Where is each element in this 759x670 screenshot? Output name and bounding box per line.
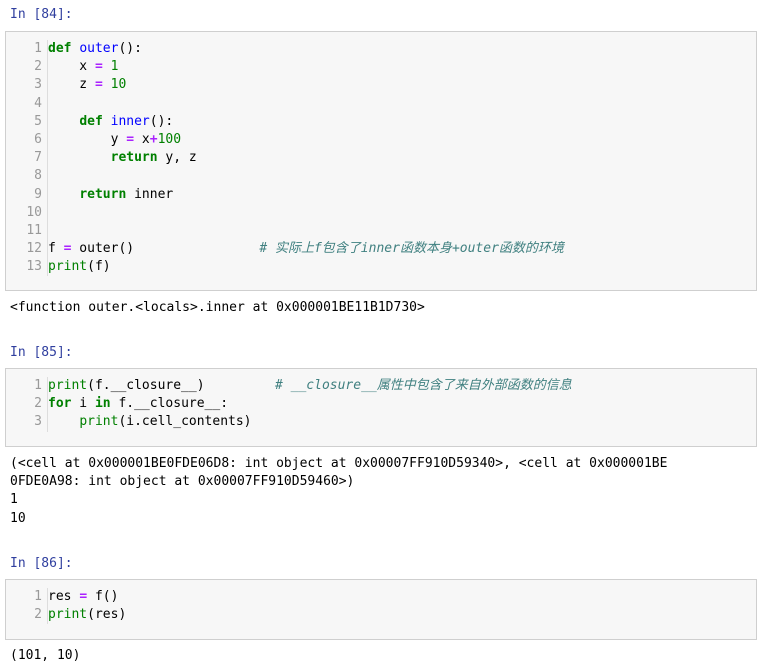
code-token: (): (118, 41, 142, 56)
code-line[interactable]: x = 1 (48, 58, 752, 76)
cell-output: (<cell at 0x000001BE0FDE06D8: int object… (10, 456, 668, 526)
code-token: def (79, 113, 103, 129)
code-token: y, z (157, 150, 197, 166)
code-token: + (149, 131, 158, 147)
line-number: 1 (34, 589, 42, 604)
code-token: print (48, 259, 88, 275)
code-token: = (94, 77, 103, 93)
code-cell-input[interactable]: 123 print(f.__closure__) # __closure__属性… (5, 368, 757, 447)
cell-output: <function outer.<locals>.inner at 0x0000… (10, 300, 425, 315)
code-token: print (48, 378, 88, 393)
code-token: f (48, 241, 64, 257)
code-editor[interactable]: res = f() print(res) (48, 588, 752, 624)
code-token: outer() (71, 241, 260, 257)
line-number: 13 (26, 259, 42, 275)
code-token: (i.cell_contents) (118, 414, 252, 430)
code-token: (f.__closure__) (87, 378, 275, 393)
code-token: def (48, 41, 72, 56)
line-number: 8 (34, 168, 42, 184)
code-line[interactable]: print(i.cell_contents) (48, 413, 752, 431)
code-token: (f) (87, 259, 111, 275)
code-editor[interactable]: print(f.__closure__) # __closure__属性中包含了… (48, 377, 752, 432)
code-token: (): (149, 113, 174, 129)
line-number: 1 (34, 378, 42, 393)
line-number: 2 (34, 59, 42, 75)
code-token: outer (79, 41, 119, 56)
code-token: = (79, 589, 88, 604)
code-cell-input[interactable]: 1 2 3 4 5 6 7 8 9 10 11 12 13 def outer(): x = 1 z =… (5, 31, 757, 291)
code-token: print (48, 607, 88, 623)
code-line[interactable]: for i in f.__closure__: (48, 395, 752, 413)
code-line[interactable]: return y, z (48, 149, 752, 167)
code-line[interactable]: def inner(): (48, 113, 752, 131)
line-number: 2 (34, 607, 42, 623)
code-token: x (48, 59, 95, 75)
code-line[interactable] (48, 95, 752, 113)
code-line[interactable]: y = x+100 (48, 131, 752, 149)
code-token: 100 (157, 131, 182, 147)
code-token: return (79, 186, 127, 202)
code-line[interactable] (48, 222, 752, 240)
line-number: 4 (34, 95, 42, 111)
code-token: in (94, 396, 111, 412)
code-token: z (48, 77, 95, 93)
code-token: inner (110, 113, 150, 129)
code-token: = (126, 131, 135, 147)
line-number: 1 (34, 41, 42, 56)
line-number: 6 (34, 131, 42, 147)
code-token: for (48, 396, 72, 412)
code-token: f.__closure__: (110, 396, 229, 412)
code-editor[interactable]: def outer(): x = 1 z = 10 def inner(): y… (48, 40, 752, 276)
line-number: 5 (34, 113, 42, 129)
line-number-gutter: 1 2 3 4 5 6 7 8 9 10 11 12 13 (11, 40, 48, 277)
code-token: return (110, 150, 158, 166)
line-number: 2 (34, 396, 42, 412)
line-number-gutter: 1 2 3 (11, 377, 48, 432)
code-token: res (48, 589, 80, 604)
code-line[interactable]: print(f) (48, 258, 752, 276)
line-number: 11 (26, 222, 42, 238)
code-line[interactable] (48, 204, 752, 222)
code-line[interactable] (48, 167, 752, 185)
code-line[interactable]: print(f.__closure__) # __closure__属性中包含了… (48, 377, 752, 395)
code-line[interactable]: f = outer() # 实际上f包含了inner函数本身+outer函数的环… (48, 240, 752, 258)
line-number: 3 (34, 77, 42, 93)
cell-prompt: In [86]: (10, 556, 73, 571)
code-token: f() (87, 589, 119, 604)
code-token: 10 (110, 77, 127, 93)
code-token: (res) (87, 607, 127, 623)
code-token: y (48, 131, 127, 147)
code-token: 1 (110, 59, 119, 75)
code-line[interactable]: return inner (48, 186, 752, 204)
code-token: print (79, 414, 119, 430)
code-line[interactable]: def outer(): (48, 40, 752, 58)
line-number: 12 (26, 241, 42, 257)
code-line[interactable]: print(res) (48, 606, 752, 624)
cell-output: (101, 10) (10, 648, 81, 663)
code-line[interactable]: res = f() (48, 588, 752, 606)
code-cell-input[interactable]: 12 res = f() print(res) (5, 579, 757, 640)
code-line[interactable]: z = 10 (48, 76, 752, 94)
cell-prompt: In [85]: (10, 345, 73, 360)
cell-prompt: In [84]: (10, 7, 73, 22)
line-number: 9 (34, 186, 42, 202)
line-number: 3 (34, 414, 42, 430)
code-token: # __closure__属性中包含了来自外部函数的信息 (274, 378, 572, 393)
code-token: # 实际上f包含了inner函数本身+outer函数的环境 (259, 241, 564, 257)
code-token: i (71, 396, 95, 412)
code-token: = (94, 59, 103, 75)
code-token: inner (126, 186, 174, 202)
line-number: 7 (34, 150, 42, 166)
line-number: 10 (26, 204, 42, 220)
line-number-gutter: 12 (11, 588, 48, 625)
code-token: x (134, 131, 150, 147)
